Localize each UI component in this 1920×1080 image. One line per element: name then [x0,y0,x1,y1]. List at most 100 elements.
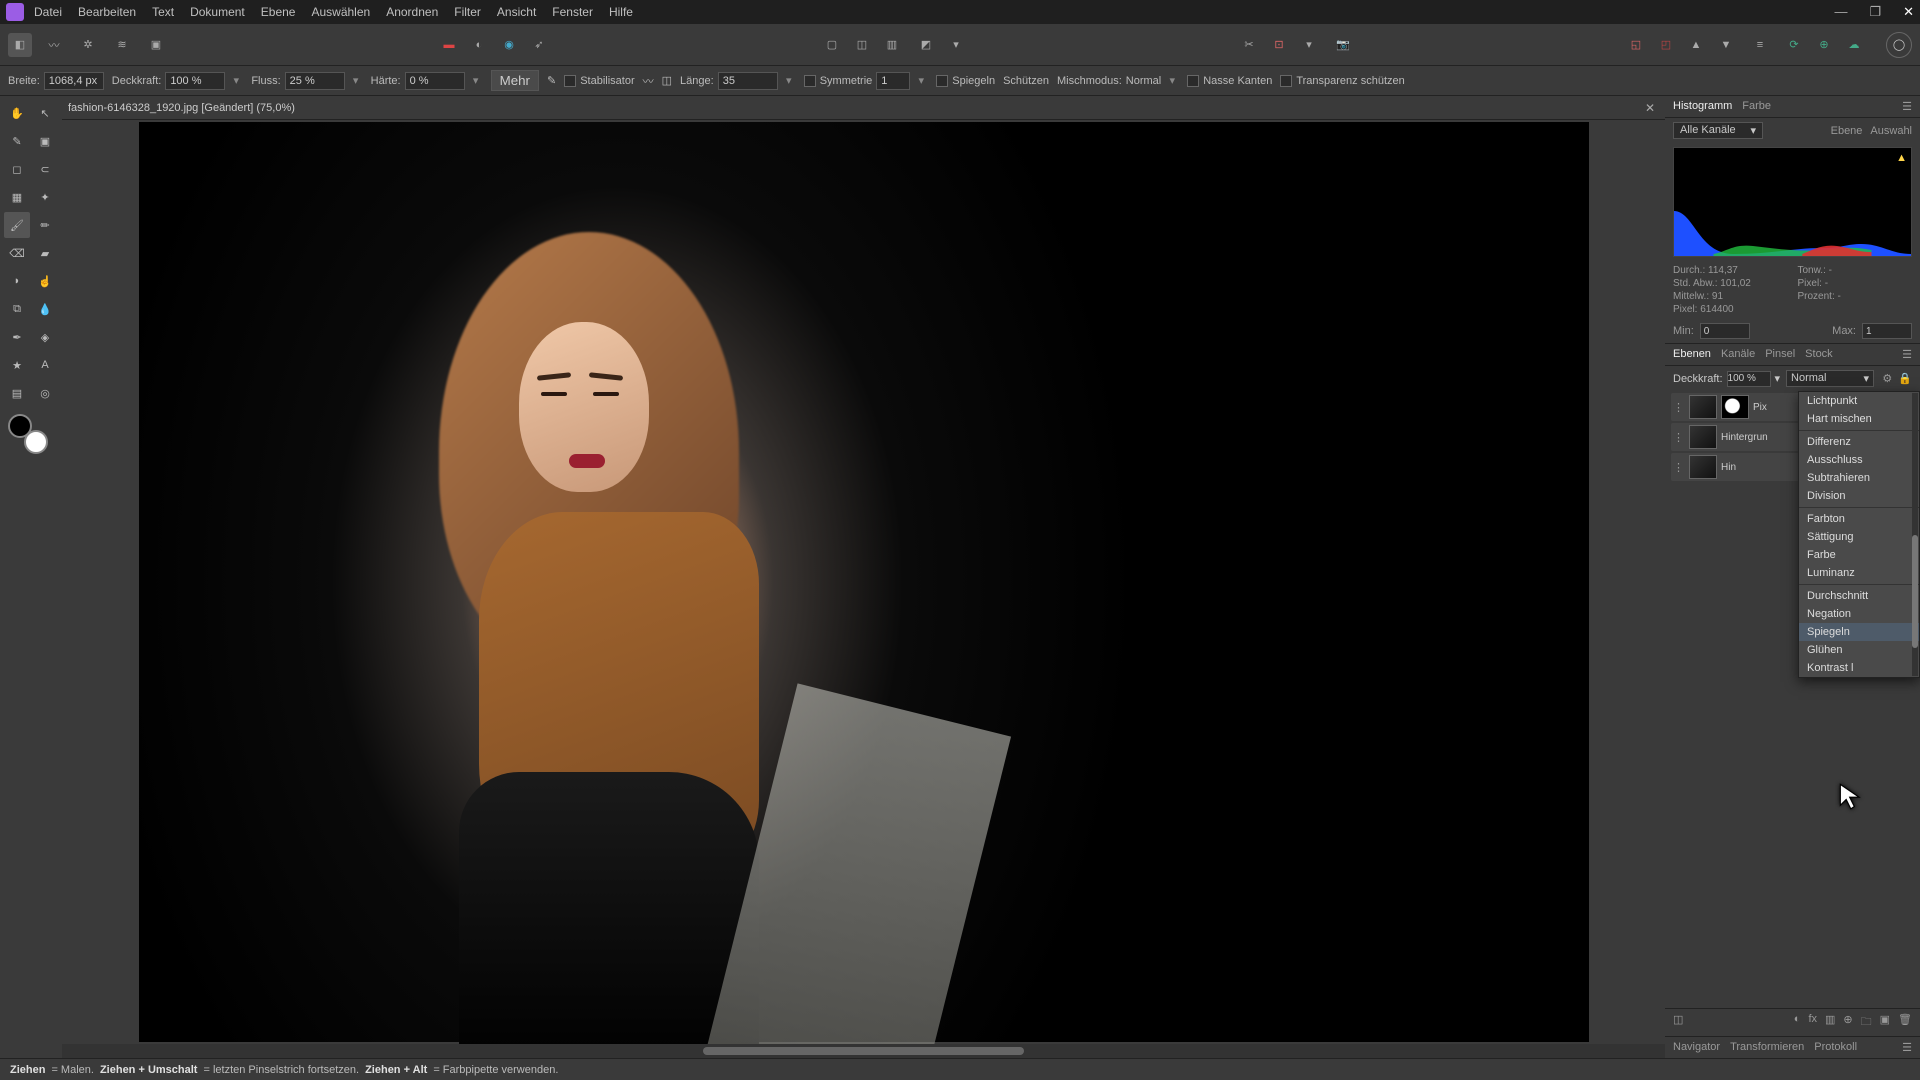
blend-item-durchschnitt[interactable]: Durchschnitt [1799,587,1919,605]
greyscale-icon[interactable]: ◐ [467,33,491,57]
breite-input[interactable] [44,72,104,90]
layer-deckkraft-input[interactable] [1727,371,1771,387]
add-live-filter-icon[interactable]: ⊕ [1843,1013,1852,1032]
transparenz-checkbox[interactable] [1280,75,1292,87]
shape-tool-icon[interactable]: ★ [4,352,30,378]
foreground-color[interactable] [8,414,32,438]
menu-anordnen[interactable]: Anordnen [386,5,438,19]
add-fx-icon[interactable]: fx [1808,1013,1817,1032]
backward-icon[interactable]: ▼ [1714,33,1738,57]
color-picker-tool-icon[interactable]: ✎ [4,128,30,154]
panel-menu-icon[interactable]: ☰ [1902,1041,1912,1054]
tab-protokoll[interactable]: Protokoll [1814,1041,1857,1054]
tab-farbe[interactable]: Farbe [1742,100,1771,113]
tab-pinsel[interactable]: Pinsel [1765,348,1795,361]
export-persona-icon[interactable]: ▣ [144,33,168,57]
chevron-down-icon[interactable]: ▾ [782,74,796,87]
sync-icon[interactable]: ⟳ [1782,33,1806,57]
cloud-icon[interactable]: ☁ [1842,33,1866,57]
rope-icon[interactable]: 〰 [643,73,654,89]
channel-select[interactable]: Alle Kanäle▾ [1673,122,1763,139]
tab-ebenen[interactable]: Ebenen [1673,348,1711,361]
chevron-down-icon[interactable]: ▾ [914,74,928,87]
tab-histogramm[interactable]: Histogramm [1673,100,1732,113]
tone-mapping-persona-icon[interactable]: ≋ [110,33,134,57]
node-tool-icon[interactable]: ◈ [32,324,58,350]
develop-persona-icon[interactable]: ✲ [76,33,100,57]
wand-tool-icon[interactable]: ✦ [32,184,58,210]
laenge-input[interactable] [718,72,778,90]
menu-bearbeiten[interactable]: Bearbeiten [78,5,136,19]
blend-mode-dropdown[interactable]: Lichtpunkt Hart mischen Differenz Aussch… [1798,391,1920,678]
fluss-input[interactable] [285,72,345,90]
menu-ebene[interactable]: Ebene [261,5,296,19]
blend-item-differenz[interactable]: Differenz [1799,433,1919,451]
blend-item-kontrast[interactable]: Kontrast l [1799,659,1919,677]
blend-item-lichtpunkt[interactable]: Lichtpunkt [1799,392,1919,410]
clone-tool-icon[interactable]: ⧉ [4,296,30,322]
chevron-down-icon[interactable]: ▾ [1775,372,1781,385]
blend-item-saettigung[interactable]: Sättigung [1799,528,1919,546]
layer-mask-icon[interactable]: ◫ [1673,1013,1683,1032]
pencil-tool-icon[interactable]: ✏ [32,212,58,238]
menu-datei[interactable]: Datei [34,5,62,19]
chevron-down-icon[interactable]: ▾ [469,74,483,87]
picker-icon[interactable]: ➶ [527,33,551,57]
blend-item-spiegeln[interactable]: Spiegeln [1799,623,1919,641]
tab-navigator[interactable]: Navigator [1673,1041,1720,1054]
chevron-down-icon[interactable]: ▾ [1165,74,1179,87]
blend-item-subtrahieren[interactable]: Subtrahieren [1799,469,1919,487]
maximize-button[interactable]: ❐ [1869,4,1881,20]
fill-tool-icon[interactable]: ▰ [32,240,58,266]
max-input[interactable] [1862,323,1912,339]
hist-ebene-button[interactable]: Ebene [1831,125,1863,137]
menu-auswaehlen[interactable]: Auswählen [311,5,370,19]
mehr-button[interactable]: Mehr [491,70,539,91]
menu-text[interactable]: Text [152,5,174,19]
forward-icon[interactable]: ▲ [1684,33,1708,57]
close-button[interactable]: ✕ [1903,4,1914,20]
lock-icon[interactable]: 🔒 [1898,372,1912,385]
select-subtract-icon[interactable]: ▥ [880,33,904,57]
blend-item-ausschluss[interactable]: Ausschluss [1799,451,1919,469]
menu-filter[interactable]: Filter [454,5,481,19]
eraser-tool-icon[interactable]: ⌫ [4,240,30,266]
min-input[interactable] [1700,323,1750,339]
blend-item-farbe[interactable]: Farbe [1799,546,1919,564]
visibility-icon[interactable]: ⋮ [1673,401,1685,414]
blend-item-negation[interactable]: Negation [1799,605,1919,623]
canvas[interactable] [62,120,1665,1044]
gear-icon[interactable]: ⚙ [1882,372,1892,385]
group-icon[interactable]: ◱ [1624,33,1648,57]
symmetrie-input[interactable] [876,72,910,90]
text-tool-icon[interactable]: A [32,352,58,378]
swatches-icon[interactable]: ◉ [497,33,521,57]
chevron-down-icon[interactable]: ▾ [229,74,243,87]
close-tab-icon[interactable]: ✕ [1645,101,1655,115]
menu-fenster[interactable]: Fenster [552,5,593,19]
brush-tool-icon[interactable]: 🖌 [4,212,30,238]
smudge-tool-icon[interactable]: ☝ [32,268,58,294]
stabilisator-checkbox[interactable] [564,75,576,87]
blend-item-luminanz[interactable]: Luminanz [1799,564,1919,582]
align-icon[interactable]: ≡ [1748,33,1772,57]
delete-layer-icon[interactable]: 🗑 [1898,1013,1912,1032]
menu-ansicht[interactable]: Ansicht [497,5,536,19]
hist-auswahl-button[interactable]: Auswahl [1870,125,1912,137]
blend-item-gluehen[interactable]: Glühen [1799,641,1919,659]
move-tool-icon[interactable]: ↖ [32,100,58,126]
visibility-icon[interactable]: ⋮ [1673,461,1685,474]
horizontal-scrollbar[interactable] [62,1044,1665,1058]
mischmodus-value[interactable]: Normal [1126,75,1161,87]
haerte-input[interactable] [405,72,465,90]
window-icon[interactable]: ◫ [662,74,672,87]
panel-menu-icon[interactable]: ☰ [1902,100,1912,113]
photo-persona-icon[interactable]: ◧ [8,33,32,57]
account-avatar[interactable]: ◯ [1886,32,1912,58]
rgb-icon[interactable]: ▬ [437,33,461,57]
schuetzen-button[interactable]: Schützen [1003,75,1049,87]
ungroup-icon[interactable]: ◰ [1654,33,1678,57]
minimize-button[interactable]: — [1834,4,1847,20]
new-group-icon[interactable]: 🗀 [1861,1013,1872,1032]
tab-stock[interactable]: Stock [1805,348,1833,361]
